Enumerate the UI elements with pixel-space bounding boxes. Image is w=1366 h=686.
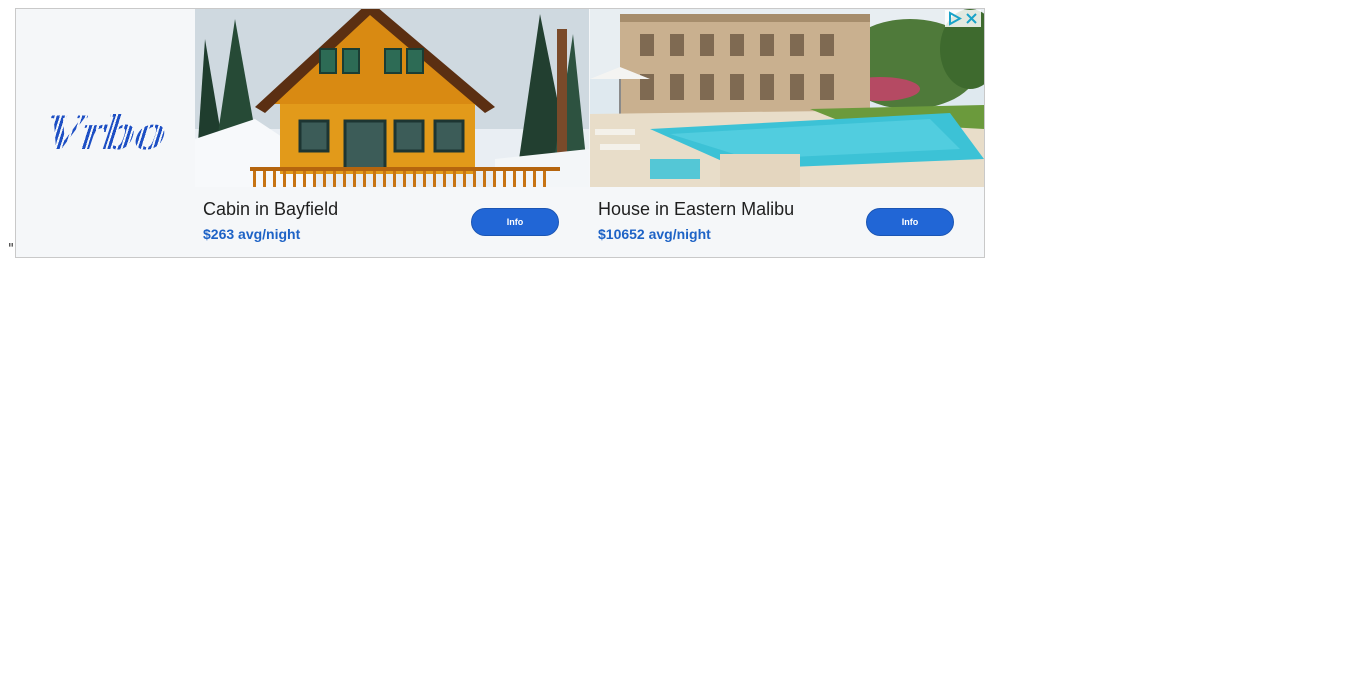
listing-card-malibu[interactable]: House in Eastern Malibu $10652 avg/night… (590, 9, 984, 257)
cabin-photo (195, 9, 589, 187)
close-icon[interactable] (964, 11, 979, 26)
info-button[interactable]: Info (471, 208, 559, 236)
villa-photo (590, 9, 984, 187)
play-triangle-icon[interactable] (947, 11, 963, 26)
brand-panel[interactable]: Vrbo (16, 9, 195, 257)
listing-price: $263 avg/night (203, 226, 301, 242)
listing-title[interactable]: Cabin in Bayfield (203, 199, 338, 220)
listing-photo-cabin[interactable] (195, 9, 589, 187)
ad-controls (945, 10, 981, 27)
stray-quote-text: " (8, 242, 14, 257)
listing-photo-malibu[interactable] (590, 9, 984, 187)
listing-title[interactable]: House in Eastern Malibu (598, 199, 794, 220)
listing-card-cabin[interactable]: Cabin in Bayfield $263 avg/night Info (195, 9, 589, 257)
vrbo-logo: Vrbo (42, 106, 169, 160)
info-button[interactable]: Info (866, 208, 954, 236)
listing-price: $10652 avg/night (598, 226, 711, 242)
vrbo-display-ad[interactable]: Vrbo Cabin in Bayfield $263 avg/night In… (15, 8, 985, 258)
